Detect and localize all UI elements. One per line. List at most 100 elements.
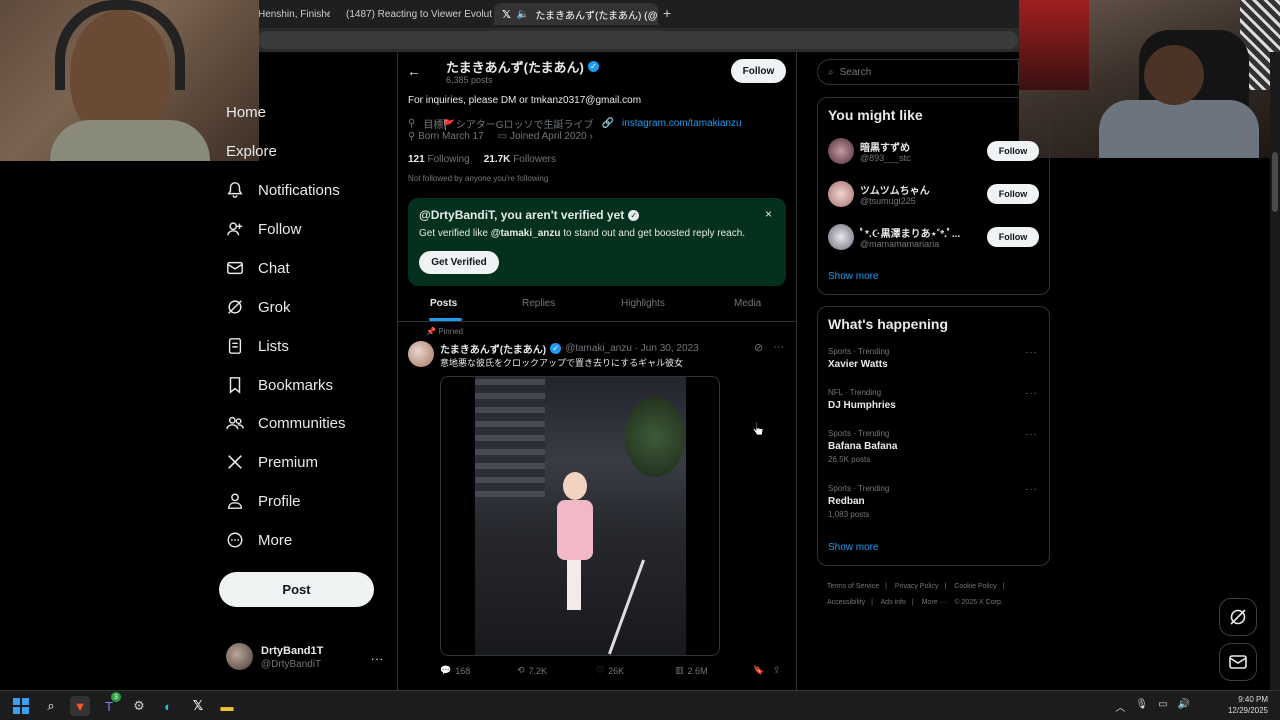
show-more-link[interactable]: Show more	[828, 542, 879, 553]
windows-start-icon[interactable]	[11, 696, 31, 716]
like-action[interactable]: ♡ 26K	[596, 665, 624, 676]
profile-name: たまきあんず(たまあん)	[446, 60, 584, 75]
microphone-icon[interactable]: 🎙	[1135, 699, 1148, 714]
followers-stat[interactable]: 21.7K Followers	[484, 154, 556, 165]
nav-communities[interactable]: Communities	[226, 408, 346, 438]
system-clock[interactable]: 9:40 PM 12/29/2025	[1228, 694, 1268, 716]
suggested-user[interactable]: 暗黒すずめ @893___stc Follow	[828, 138, 1040, 168]
speaker-icon: 🔈	[516, 8, 530, 20]
scrollbar-thumb[interactable]	[1272, 152, 1278, 212]
bookmark-action[interactable]: 🔖	[753, 665, 764, 676]
reply-action[interactable]: 💬 168	[440, 665, 470, 676]
trend-item[interactable]: Sports · Trending Xavier Watts ···	[828, 347, 1040, 370]
webcam-overlay-right	[1019, 0, 1280, 158]
browser-tab-active[interactable]: 𝕏🔈たまきあんず(たまあん) (@tamak✕	[494, 3, 658, 25]
views-action[interactable]: ▥ 2.6M	[675, 665, 708, 676]
x-app-icon[interactable]: 𝕏	[188, 696, 208, 716]
post-button[interactable]: Post	[219, 572, 374, 607]
nav-lists[interactable]: Lists	[226, 331, 289, 361]
nav-chat[interactable]: Chat	[226, 253, 290, 283]
nav-more[interactable]: More	[226, 525, 292, 555]
browser-tab[interactable]: (1487) Reacting to Viewer Evolutions	[332, 3, 492, 25]
scrollbar[interactable]	[1270, 52, 1280, 690]
file-explorer-icon[interactable]: ▬	[217, 696, 237, 716]
post-author[interactable]: たまきあんず(たまあん)	[440, 341, 546, 356]
profile-link[interactable]: instagram.com/tamakianzu	[622, 118, 742, 129]
avatar	[226, 643, 253, 670]
url-field[interactable]	[258, 31, 1018, 49]
footer-link[interactable]: More ···	[922, 599, 947, 606]
trend-item[interactable]: Sports · Trending Bafana Bafana 26.5K po…	[828, 429, 1040, 464]
account-switcher[interactable]: DrtyBand1T @DrtyBandiT ...	[226, 643, 386, 673]
more-icon[interactable]: ···	[773, 341, 784, 354]
more-icon[interactable]: ···	[1025, 347, 1038, 358]
search-icon[interactable]: ⌕	[41, 696, 61, 716]
nav-explore[interactable]: Explore	[226, 136, 277, 166]
browser-tab[interactable]: Henshin, Finisher	[250, 3, 330, 25]
verification-banner: @DrtyBandiT, you aren't verified yet ✓ Ge…	[408, 198, 786, 286]
clock-date: 12/29/2025	[1227, 706, 1268, 715]
volume-icon[interactable]: 🔊	[1178, 699, 1190, 714]
more-icon[interactable]: ···	[1025, 388, 1038, 399]
edge-icon[interactable]: ◐	[158, 696, 178, 716]
trend-name: DJ Humphries	[828, 400, 896, 411]
nav-premium[interactable]: Premium	[226, 447, 318, 477]
follow-button[interactable]: Follow	[987, 227, 1039, 247]
messages-button[interactable]	[1219, 643, 1257, 681]
teams-icon[interactable]: T3	[99, 692, 121, 716]
brave-browser-icon[interactable]: ▼	[70, 696, 90, 716]
grok-button[interactable]	[1219, 598, 1257, 636]
grok-icon[interactable]: ⊘	[754, 341, 763, 354]
following-stat[interactable]: 121 Following	[408, 154, 470, 165]
trend-item[interactable]: NFL · Trending DJ Humphries ···	[828, 388, 1040, 411]
repost-action[interactable]: ⟲ 7.2K	[517, 665, 547, 676]
tab-highlights[interactable]: Highlights	[621, 298, 665, 309]
display-icon[interactable]: ▭	[1158, 699, 1167, 714]
profile-header-name: たまきあんず(たまあん) ✓	[446, 57, 599, 76]
follow-button[interactable]: Follow	[987, 184, 1039, 204]
more-icon[interactable]: ...	[371, 649, 384, 663]
nav-home[interactable]: Home	[226, 97, 266, 127]
tab-posts[interactable]: Posts	[429, 298, 462, 321]
suggested-user[interactable]: ﾟ*.☪︎黒澤まりあ⋆˚*.ﾟ... @mamamamariaria Follo…	[828, 224, 1040, 254]
more-icon[interactable]: ···	[1025, 484, 1038, 495]
nav-notifications[interactable]: Notifications	[226, 175, 340, 205]
profile-tabs: Posts Replies Highlights Media	[397, 288, 797, 322]
show-more-link[interactable]: Show more	[828, 271, 879, 282]
verified-badge-icon: ✓	[550, 343, 562, 354]
chevron-up-icon[interactable]: ︿	[1115, 699, 1125, 714]
tab-media[interactable]: Media	[734, 298, 761, 309]
footer-link[interactable]: Cookie Policy	[954, 583, 996, 590]
search-input[interactable]: ⌕ Search	[817, 59, 1019, 85]
trend-item[interactable]: Sports · Trending Redban 1,083 posts ···	[828, 484, 1040, 519]
footer-link[interactable]: Terms of Service	[827, 583, 879, 590]
nav-grok[interactable]: Grok	[226, 292, 291, 322]
hand-cursor-icon	[752, 421, 764, 436]
settings-icon[interactable]: ⚙	[129, 696, 149, 716]
nav-follow[interactable]: Follow	[226, 214, 301, 244]
suggested-user[interactable]: ツムツムちゃん @tsumugi225 Follow	[828, 181, 1040, 211]
x-logo-icon: 𝕏	[502, 8, 511, 21]
tab-replies[interactable]: Replies	[522, 298, 555, 309]
get-verified-button[interactable]: Get Verified	[419, 251, 499, 274]
follow-button[interactable]: Follow	[731, 59, 786, 83]
tab-label: Highlights	[621, 298, 665, 309]
banner-title: @DrtyBandiT, you aren't verified yet ✓	[419, 208, 640, 222]
footer-link[interactable]: Accessibility	[827, 599, 865, 606]
nav-bookmarks[interactable]: Bookmarks	[226, 370, 333, 400]
nav-label: More	[258, 531, 293, 549]
tab-label: Posts	[430, 298, 458, 309]
close-icon[interactable]: ×	[765, 207, 772, 221]
post-video[interactable]	[440, 376, 720, 656]
footer-link[interactable]: Privacy Policy	[895, 583, 939, 590]
footer-link[interactable]: Ads info	[881, 599, 906, 606]
avatar[interactable]	[408, 341, 434, 367]
more-icon[interactable]: ···	[1025, 429, 1038, 440]
nav-profile[interactable]: Profile	[226, 486, 301, 516]
account-name: DrtyBand1T	[261, 645, 324, 657]
share-action[interactable]: ⇪	[773, 665, 781, 676]
trend-posts: 1,083 posts	[828, 510, 870, 519]
new-tab-button[interactable]: +	[663, 5, 671, 21]
follow-button[interactable]: Follow	[987, 141, 1039, 161]
back-arrow-icon[interactable]: ←	[407, 63, 421, 79]
